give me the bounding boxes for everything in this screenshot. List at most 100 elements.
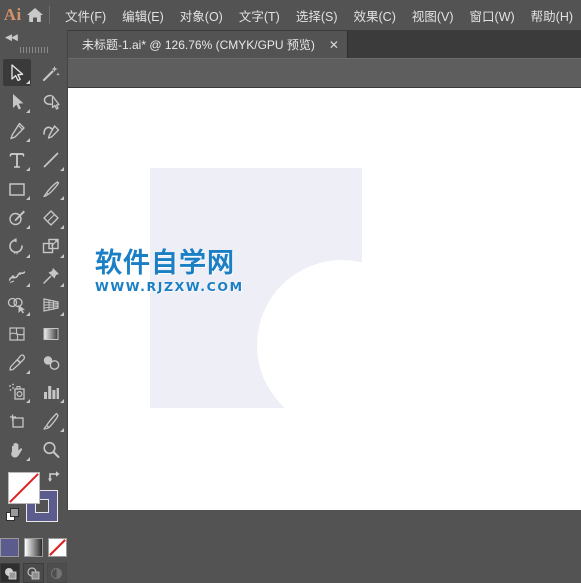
shape-builder-icon (7, 297, 25, 313)
scale-icon (42, 238, 59, 253)
canvas-area[interactable] (68, 88, 581, 510)
tool-type[interactable] (0, 145, 34, 174)
menu-type[interactable]: 文字(T) (231, 3, 288, 28)
tool-shape-builder[interactable] (0, 290, 34, 319)
tool-lasso[interactable] (34, 87, 68, 116)
menu-edit[interactable]: 编辑(E) (114, 3, 172, 28)
paint-mode-none[interactable] (48, 538, 67, 557)
document-tab-label: 未标题-1.ai* @ 126.76% (CMYK/GPU 预览) (82, 38, 315, 52)
tool-flyout-indicator (26, 254, 30, 258)
tool-shaper[interactable] (0, 203, 34, 232)
artboard-icon (10, 414, 24, 428)
tool-perspective-grid[interactable] (34, 290, 68, 319)
shaper-pencil-icon (9, 210, 25, 225)
tool-flyout-indicator (26, 312, 30, 316)
draw-mode-normal[interactable] (0, 563, 21, 583)
tool-artboard[interactable] (0, 406, 34, 435)
blend-icon (43, 355, 60, 370)
menu-help[interactable]: 帮助(H) (523, 3, 581, 28)
draw-mode-row (0, 563, 67, 583)
illustrator-window: Ai 文件(F) 编辑(E) 对象(O) 文字(T) 选择(S) 效果(C) 视… (0, 0, 581, 583)
paint-mode-gradient[interactable] (24, 538, 43, 557)
home-button[interactable] (25, 7, 44, 23)
tool-blend[interactable] (34, 348, 68, 377)
tool-zoom[interactable] (34, 435, 68, 464)
menu-object[interactable]: 对象(O) (172, 3, 231, 28)
column-graph-icon (44, 385, 59, 399)
toolbar-drag-handle[interactable] (0, 44, 67, 56)
width-warp-icon (8, 270, 26, 283)
menu-effect[interactable]: 效果(C) (346, 3, 404, 28)
tool-column-graph[interactable] (34, 377, 68, 406)
tools-panel: ◀◀ (0, 30, 68, 583)
menu-window[interactable]: 窗口(W) (462, 3, 523, 28)
tool-hand[interactable] (0, 435, 34, 464)
default-fill-stroke-icon[interactable] (6, 508, 20, 522)
tool-flyout-indicator (26, 283, 30, 287)
app-logo: Ai (3, 5, 22, 24)
tool-free-transform[interactable] (34, 261, 68, 290)
menu-bar: Ai 文件(F) 编辑(E) 对象(O) 文字(T) 选择(S) 效果(C) 视… (0, 0, 581, 30)
gradient-icon (43, 327, 59, 340)
tool-flyout-indicator (26, 138, 30, 142)
tool-flyout-indicator (26, 399, 30, 403)
tool-flyout-indicator (26, 225, 30, 229)
tool-flyout-indicator (60, 196, 64, 200)
perspective-grid-icon (43, 297, 59, 312)
slice-knife-icon (43, 412, 59, 430)
tool-flyout-indicator (26, 370, 30, 374)
menu-file[interactable]: 文件(F) (57, 3, 114, 28)
swap-fill-stroke-icon[interactable] (47, 470, 61, 483)
tool-rectangle[interactable] (0, 174, 34, 203)
fill-color-swatch[interactable] (8, 472, 40, 504)
tool-eraser[interactable] (34, 203, 68, 232)
mesh-icon (9, 326, 25, 341)
tool-width[interactable] (0, 261, 34, 290)
pen-icon (10, 122, 25, 139)
tool-curvature[interactable] (34, 116, 68, 145)
toolbar-collapse-button[interactable]: ◀◀ (0, 30, 67, 44)
paint-mode-color[interactable] (0, 538, 19, 557)
tool-flyout-indicator (26, 196, 30, 200)
no-fill-slash-icon (9, 473, 39, 503)
draw-mode-behind[interactable] (23, 563, 44, 583)
menu-select[interactable]: 选择(S) (288, 3, 346, 28)
tool-selection[interactable] (0, 58, 34, 87)
magic-wand-icon (42, 65, 60, 81)
tool-flyout-indicator (26, 109, 30, 113)
close-icon[interactable]: ✕ (329, 39, 339, 51)
document-tab[interactable]: 未标题-1.ai* @ 126.76% (CMYK/GPU 预览) ✕ (68, 31, 348, 58)
tool-flyout-indicator (60, 399, 64, 403)
tool-paintbrush[interactable] (34, 174, 68, 203)
tool-scale[interactable] (34, 232, 68, 261)
symbol-sprayer-icon (9, 383, 25, 400)
artboard[interactable] (150, 168, 427, 430)
tool-line-segment[interactable] (34, 145, 68, 174)
tool-symbol-sprayer[interactable] (0, 377, 34, 406)
tool-eyedropper[interactable] (0, 348, 34, 377)
magnifier-icon (43, 441, 60, 458)
ellipse-shape[interactable] (257, 260, 427, 430)
tool-flyout-indicator (26, 80, 30, 84)
tool-magic-wand[interactable] (34, 58, 68, 87)
tool-pen[interactable] (0, 116, 34, 145)
menu-view[interactable]: 视图(V) (404, 3, 462, 28)
tool-gradient[interactable] (34, 319, 68, 348)
tool-direct-selection[interactable] (0, 87, 34, 116)
draw-inside-icon (51, 567, 63, 579)
eyedropper-icon (9, 353, 26, 371)
rotate-icon (9, 237, 23, 255)
control-bar[interactable] (68, 58, 581, 88)
paintbrush-icon (43, 180, 60, 197)
tool-flyout-indicator (60, 225, 64, 229)
document-tab-bar: 未标题-1.ai* @ 126.76% (CMYK/GPU 预览) ✕ (68, 30, 581, 58)
tool-slice[interactable] (34, 406, 68, 435)
draw-behind-icon (27, 566, 40, 579)
tool-flyout-indicator (60, 167, 64, 171)
direct-selection-icon (13, 93, 24, 109)
draw-mode-inside[interactable] (46, 563, 67, 583)
tool-flyout-indicator (60, 254, 64, 258)
tool-flyout-indicator (26, 457, 30, 461)
tool-mesh[interactable] (0, 319, 34, 348)
tool-rotate[interactable] (0, 232, 34, 261)
